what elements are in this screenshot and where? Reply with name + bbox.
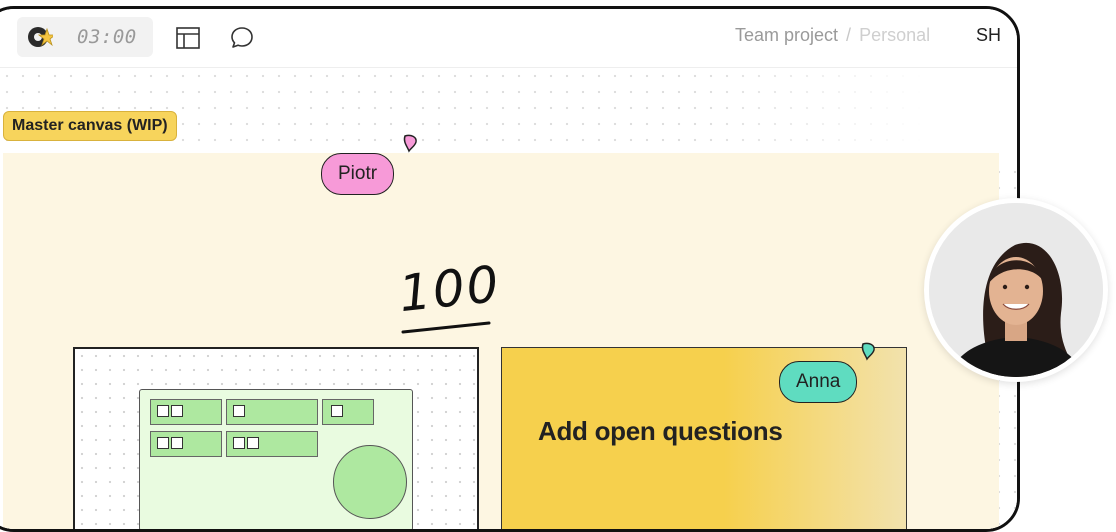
note-icon [171,437,183,449]
device-frame: 03:00 Team project / Personal SH Master ca… [0,6,1020,532]
person-icon [929,203,1103,377]
avatar-photo [929,203,1103,377]
piotr-cursor-icon [403,134,417,153]
wireframe-chip [226,399,318,425]
timer-control[interactable]: 03:00 [17,17,153,57]
wireframe-chip [150,431,222,457]
timer-text: 03:00 [77,26,137,48]
note-icon [233,437,245,449]
comment-icon[interactable] [229,25,255,51]
wireframe-chip [150,399,222,425]
cursor-label-piotr: Piotr [321,153,395,195]
checkbox-icon [157,437,169,449]
handwriting-100[interactable]: 100 [395,255,503,340]
canvas-fade [703,68,1017,158]
wireframe-circle [333,445,407,519]
top-toolbar: 03:00 Team project / Personal SH [0,9,1017,68]
checkbox-icon [331,405,343,417]
note-icon [233,405,245,417]
wireframe-chip [226,431,318,457]
cursor-label-anna: Anna [779,361,858,403]
share-button[interactable]: SH [976,25,1001,46]
anna-cursor-icon [861,342,875,361]
breadcrumb-team[interactable]: Team project [735,25,838,45]
checkbox-icon [157,405,169,417]
breadcrumb-separator: / [846,25,852,45]
sticky-note-text: Add open questions [538,416,783,446]
note-icon [171,405,183,417]
breadcrumb: Team project / Personal [735,25,930,46]
app-logo-icon [28,27,53,47]
participant-video-avatar[interactable] [924,198,1108,382]
checkbox-icon [247,437,259,449]
layout-icon[interactable] [175,25,201,51]
breadcrumb-page[interactable]: Personal [859,25,930,45]
handwriting-text: 100 [396,254,504,324]
frame-label[interactable]: Master canvas (WIP) [3,111,177,141]
wireframe-chip [322,399,374,425]
